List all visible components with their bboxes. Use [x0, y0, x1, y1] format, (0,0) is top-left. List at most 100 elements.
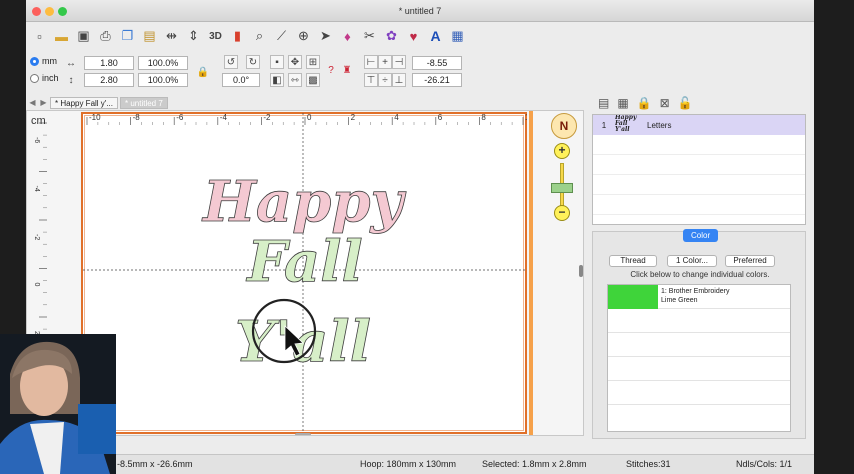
- app-window: * untitled 7 ▫ ▬ ▣ ⎙ ❐ ▤ ⇹ ⇕ 3D ▮ ⌕ ⟋ ⊕ …: [26, 0, 814, 474]
- layer-ungroup-icon[interactable]: ▦: [617, 96, 628, 110]
- thread-color-name: Lime Green: [661, 297, 698, 304]
- measure-icon[interactable]: ⟋: [272, 27, 291, 46]
- thread-row-empty: [608, 357, 790, 381]
- merge-icon[interactable]: ▩: [306, 73, 320, 87]
- layer-unlock-icon[interactable]: 🔓: [678, 96, 693, 110]
- new-icon[interactable]: ▫: [30, 27, 49, 46]
- layer-group-icon[interactable]: ▤: [598, 96, 609, 110]
- layer-toolbar: ▤ ▦ 🔒 ⊠ 🔓: [592, 94, 693, 112]
- 3d-view-icon[interactable]: 3D: [206, 27, 225, 46]
- color-tab[interactable]: Color: [683, 229, 719, 242]
- status-bar: or: -8.5mm x -26.6mm Hoop: 180mm x 130mm…: [26, 454, 814, 474]
- width-field[interactable]: 1.80: [84, 56, 134, 70]
- presenter-image: [0, 334, 116, 474]
- compass-icon[interactable]: N: [551, 113, 577, 139]
- paste-icon[interactable]: ▤: [140, 27, 159, 46]
- copy-icon[interactable]: ❐: [118, 27, 137, 46]
- thread-row-empty: [608, 309, 790, 333]
- align-bottom-icon[interactable]: ⊥: [392, 73, 406, 87]
- print-icon[interactable]: ⎙: [96, 27, 115, 46]
- select-arrow-icon[interactable]: ➤: [316, 27, 335, 46]
- layer-number: 1: [601, 120, 607, 130]
- align-icon[interactable]: ▪: [270, 55, 284, 69]
- thread-button[interactable]: Thread: [609, 255, 657, 267]
- zoom-out-button[interactable]: −: [554, 205, 570, 221]
- height-arrows-icon: ↕: [68, 74, 74, 86]
- window-title: * untitled 7: [398, 6, 442, 16]
- height-percent-field[interactable]: 100.0%: [138, 73, 188, 87]
- tab-happy-fall[interactable]: * Happy Fall y'...: [50, 96, 118, 109]
- layer-row[interactable]: 1 Happy Fall Y'all Letters: [593, 115, 805, 135]
- tab-prev-icon[interactable]: ◀: [28, 98, 37, 107]
- radio-unselected-icon: [30, 73, 39, 83]
- thread-brand: 1: Brother Embroidery: [661, 288, 730, 295]
- unit-mm-label: mm: [42, 56, 57, 66]
- height-field[interactable]: 2.80: [84, 73, 134, 87]
- layer-delete-icon[interactable]: ⊠: [660, 96, 670, 110]
- status-selected: Selected: 1.8mm x 2.8mm: [482, 459, 587, 469]
- save-icon[interactable]: ▣: [74, 27, 93, 46]
- zoom-in-button[interactable]: +: [554, 143, 570, 159]
- unit-inch-radio[interactable]: inch: [30, 73, 59, 83]
- align-top-icon[interactable]: ⊤: [364, 73, 378, 87]
- position-y-field[interactable]: -26.21: [412, 73, 462, 87]
- thread-row-empty: [608, 333, 790, 357]
- status-ndls: Ndls/Cols: 1/1: [736, 459, 793, 469]
- distribute-icon[interactable]: ⇿: [288, 73, 302, 87]
- preferred-button[interactable]: Preferred: [725, 255, 775, 267]
- main-toolbar: ▫ ▬ ▣ ⎙ ❐ ▤ ⇹ ⇕ 3D ▮ ⌕ ⟋ ⊕ ➤ ♦ ✂ ✿ ♥ A ▦: [26, 22, 686, 50]
- tab-next-icon[interactable]: ▶: [39, 98, 48, 107]
- rotate-left-icon[interactable]: ↺: [224, 55, 238, 69]
- thread-row-empty: [608, 381, 790, 405]
- lock-icon[interactable]: 🔒: [196, 65, 210, 79]
- status-stitches: Stitches:31: [626, 459, 671, 469]
- thread-row[interactable]: 1: Brother Embroidery Lime Green: [608, 285, 790, 309]
- color-sort-icon[interactable]: ♦: [338, 27, 357, 46]
- width-arrows-icon: ↔: [66, 57, 76, 69]
- status-hoop: Hoop: 180mm x 130mm: [360, 459, 457, 469]
- text-icon[interactable]: A: [426, 27, 445, 46]
- thread-name: 1: Brother Embroidery Lime Green: [661, 287, 729, 305]
- color-panel: Color Thread 1 Color... Preferred Click …: [592, 229, 806, 439]
- help-icon[interactable]: ?: [324, 56, 338, 84]
- layer-name: Letters: [647, 120, 672, 130]
- document-tabs: ◀ ▶ * Happy Fall y'... * untitled 7: [28, 96, 168, 109]
- unit-mm-radio[interactable]: mm: [30, 56, 57, 66]
- flip-horizontal-icon[interactable]: ⇹: [162, 27, 181, 46]
- align-right-icon[interactable]: ⊣: [392, 55, 406, 69]
- rotation-field[interactable]: 0.0°: [222, 73, 260, 87]
- webcam-overlay: [0, 334, 116, 474]
- rotate-right-icon[interactable]: ↻: [246, 55, 260, 69]
- design-word-happy[interactable]: Happy: [201, 169, 407, 236]
- flip-vertical-icon[interactable]: ⇕: [184, 27, 203, 46]
- stats-icon[interactable]: ▮: [228, 27, 247, 46]
- zoom-slider-thumb[interactable]: [551, 183, 573, 193]
- stitch-icon[interactable]: ✂: [360, 27, 379, 46]
- wand-icon[interactable]: ♜: [340, 56, 354, 84]
- layer-list[interactable]: 1 Happy Fall Y'all Letters: [592, 114, 806, 225]
- layers-icon[interactable]: ▦: [448, 27, 467, 46]
- unit-inch-label: inch: [42, 73, 59, 83]
- one-color-button[interactable]: 1 Color...: [667, 255, 717, 267]
- thread-list: 1: Brother Embroidery Lime Green: [607, 284, 791, 432]
- group-icon[interactable]: ✥: [288, 55, 302, 69]
- vertical-scrollbar[interactable]: [579, 265, 583, 277]
- align-left-icon[interactable]: ⊢: [364, 55, 378, 69]
- hoop-icon[interactable]: ⊕: [294, 27, 313, 46]
- thread-swatch[interactable]: [608, 285, 658, 309]
- layer-lock-icon[interactable]: 🔒: [637, 96, 652, 110]
- heart-icon[interactable]: ♥: [404, 27, 423, 46]
- zoom-icon[interactable]: ⌕: [250, 27, 269, 46]
- width-percent-field[interactable]: 100.0%: [138, 56, 188, 70]
- open-icon[interactable]: ▬: [52, 27, 71, 46]
- position-x-field[interactable]: -8.55: [412, 56, 462, 70]
- align-center-icon[interactable]: +: [378, 55, 392, 69]
- title-bar: * untitled 7: [26, 0, 814, 22]
- horizontal-scrollbar[interactable]: [295, 433, 311, 435]
- applique-icon[interactable]: ✿: [382, 27, 401, 46]
- tab-untitled-7[interactable]: * untitled 7: [120, 96, 168, 109]
- align-middle-icon[interactable]: ÷: [378, 73, 392, 87]
- mirror-icon[interactable]: ◧: [270, 73, 284, 87]
- design-word-fall[interactable]: Fall: [245, 229, 363, 296]
- ungroup-icon[interactable]: ⊞: [306, 55, 320, 69]
